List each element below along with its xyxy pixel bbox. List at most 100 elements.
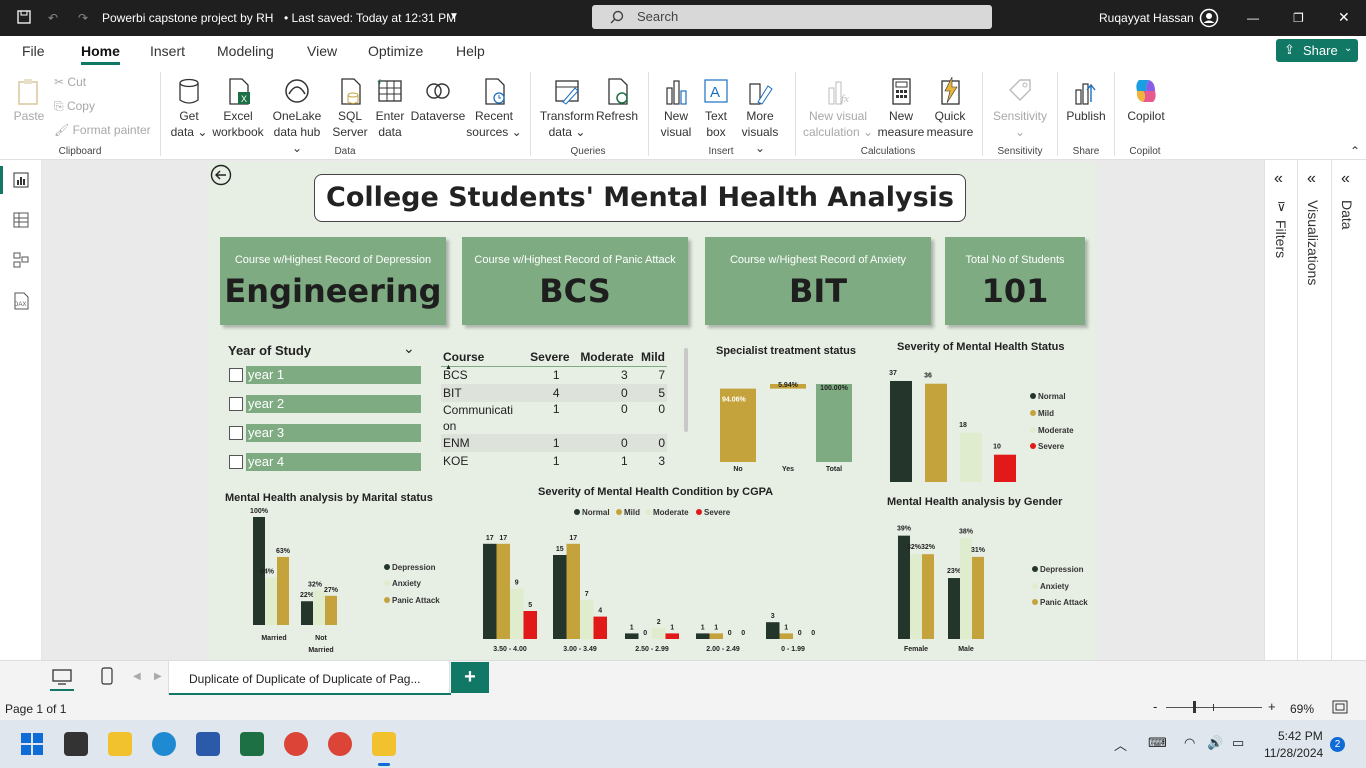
bar-marital[interactable] xyxy=(325,595,337,625)
new-measure-button[interactable]: New measure xyxy=(876,76,926,140)
chevron-down-icon[interactable]: ▼ xyxy=(449,11,459,22)
menu-view[interactable]: View xyxy=(307,43,337,59)
notification-badge[interactable]: 2 xyxy=(1330,737,1345,752)
bar-cgpa[interactable] xyxy=(566,543,581,639)
quick-measure-button[interactable]: Quick measure xyxy=(926,76,974,140)
prev-page-icon[interactable]: ◀ xyxy=(133,671,141,682)
bar-cgpa[interactable] xyxy=(510,588,524,639)
wifi-icon[interactable]: ◠ xyxy=(1184,735,1195,751)
windows-start-icon[interactable] xyxy=(21,733,43,755)
bar-cgpa[interactable] xyxy=(580,599,594,639)
recent-sources-button[interactable]: Recent sources ⌄ xyxy=(466,76,522,140)
bar-cgpa[interactable] xyxy=(625,633,639,639)
bar-cgpa[interactable] xyxy=(496,543,511,639)
format-painter-button[interactable]: 🖌 Format painter xyxy=(54,122,151,138)
bar-specialist-total[interactable] xyxy=(816,384,852,462)
bar-gender[interactable] xyxy=(922,554,934,639)
refresh-button[interactable]: Refresh xyxy=(596,76,638,124)
bar-severity-moderate[interactable] xyxy=(960,432,982,482)
battery-icon[interactable]: ▭ xyxy=(1232,735,1244,751)
data-pane-label[interactable]: Data xyxy=(1339,200,1355,230)
search-box[interactable]: Search xyxy=(592,5,992,29)
filters-pane-label[interactable]: Filters xyxy=(1273,220,1289,258)
redo-icon[interactable]: ↷ xyxy=(78,11,88,25)
bar-cgpa[interactable] xyxy=(593,616,608,639)
menu-modeling[interactable]: Modeling xyxy=(217,43,274,59)
tab-page-1[interactable]: Duplicate of Duplicate of Duplicate of P… xyxy=(168,661,451,695)
desktop-layout-icon[interactable] xyxy=(52,669,72,685)
get-data-button[interactable]: Get data ⌄ xyxy=(168,76,210,140)
bar-cgpa[interactable] xyxy=(779,633,794,639)
visualizations-pane-label[interactable]: Visualizations xyxy=(1305,200,1321,285)
share-button[interactable]: ⇪ Share ⌄ xyxy=(1276,39,1358,62)
dax-query-view-icon[interactable]: DAX xyxy=(11,292,31,310)
publish-button[interactable]: Publish xyxy=(1062,76,1110,124)
bar-cgpa[interactable] xyxy=(696,633,710,639)
menu-home[interactable]: Home xyxy=(81,43,120,59)
bar-cgpa[interactable] xyxy=(553,555,567,639)
new-visual-button[interactable]: New visual xyxy=(656,76,696,140)
report-view-icon[interactable] xyxy=(13,172,29,188)
bar-cgpa[interactable] xyxy=(652,627,666,639)
bar-cgpa[interactable] xyxy=(709,633,724,639)
user-name[interactable]: Ruqayyat Hassan xyxy=(1099,11,1194,25)
bar-severity-normal[interactable] xyxy=(890,380,912,482)
word-icon[interactable] xyxy=(196,732,220,756)
copy-button[interactable]: ⎘ Copy xyxy=(54,98,95,114)
table-view-icon[interactable] xyxy=(13,212,29,228)
mobile-layout-icon[interactable] xyxy=(101,667,113,685)
close-icon[interactable]: ✕ xyxy=(1338,9,1350,26)
bar-severity-severe[interactable] xyxy=(994,454,1016,482)
user-avatar-icon[interactable] xyxy=(1199,8,1219,28)
file-explorer-icon[interactable] xyxy=(108,732,132,756)
bar-cgpa[interactable] xyxy=(523,611,538,639)
zoom-slider-thumb[interactable] xyxy=(1193,701,1196,713)
clock-date[interactable]: 11/28/2024 xyxy=(1264,746,1323,760)
edge-icon[interactable] xyxy=(152,732,176,756)
menu-insert[interactable]: Insert xyxy=(150,43,185,59)
chevron-up-icon[interactable]: ︿ xyxy=(1114,735,1127,754)
zoom-level[interactable]: 69% xyxy=(1290,702,1314,716)
paste-button[interactable]: Paste xyxy=(12,76,46,124)
menu-optimize[interactable]: Optimize xyxy=(368,43,423,59)
new-visual-calculation-button[interactable]: fx New visual calculation ⌄ xyxy=(802,76,874,140)
expand-data-icon[interactable]: « xyxy=(1341,170,1350,188)
excel-app-icon[interactable] xyxy=(240,732,264,756)
bar-marital[interactable] xyxy=(277,556,289,625)
bar-severity-mild[interactable] xyxy=(925,383,947,482)
cut-button[interactable]: ✂ Cut xyxy=(54,74,86,90)
keyboard-icon[interactable]: ⌨ xyxy=(1148,735,1167,751)
excel-workbook-button[interactable]: X Excel workbook xyxy=(210,76,266,140)
save-icon[interactable] xyxy=(17,10,31,24)
add-page-button[interactable]: + xyxy=(451,662,489,693)
enter-data-button[interactable]: + Enter data xyxy=(372,76,408,140)
menu-file[interactable]: File xyxy=(22,43,45,59)
chrome-icon[interactable] xyxy=(284,732,308,756)
transform-data-button[interactable]: Transform data ⌄ xyxy=(538,76,596,140)
bar-gender[interactable] xyxy=(910,554,922,639)
volume-icon[interactable]: 🔊 xyxy=(1207,735,1223,751)
bar-cgpa[interactable] xyxy=(483,543,497,639)
more-visuals-button[interactable]: More visuals ⌄ xyxy=(736,76,784,156)
expand-visualizations-icon[interactable]: « xyxy=(1307,170,1316,188)
bar-marital[interactable] xyxy=(265,577,277,625)
menu-help[interactable]: Help xyxy=(456,43,485,59)
fit-to-page-icon[interactable] xyxy=(1332,700,1348,714)
expand-filters-icon[interactable]: « xyxy=(1274,170,1283,188)
bar-gender[interactable] xyxy=(948,578,960,639)
text-box-button[interactable]: A Text box xyxy=(698,76,734,140)
bar-cgpa[interactable] xyxy=(766,622,780,639)
collapse-ribbon-icon[interactable]: ⌃ xyxy=(1350,144,1360,158)
powerbi-icon[interactable] xyxy=(372,732,396,756)
maximize-icon[interactable]: ❐ xyxy=(1293,11,1304,25)
task-view-icon[interactable] xyxy=(64,732,88,756)
copilot-button[interactable]: Copilot xyxy=(1120,76,1172,124)
bar-marital[interactable] xyxy=(313,590,325,625)
zoom-out-button[interactable]: - xyxy=(1153,699,1157,714)
bar-gender[interactable] xyxy=(972,556,984,639)
clock-time[interactable]: 5:42 PM xyxy=(1278,729,1323,743)
onelake-button[interactable]: OneLake data hub ⌄ xyxy=(268,76,326,156)
zoom-slider[interactable] xyxy=(1166,707,1262,708)
next-page-icon[interactable]: ▶ xyxy=(154,671,162,682)
sensitivity-button[interactable]: Sensitivity ⌄ xyxy=(988,76,1052,140)
